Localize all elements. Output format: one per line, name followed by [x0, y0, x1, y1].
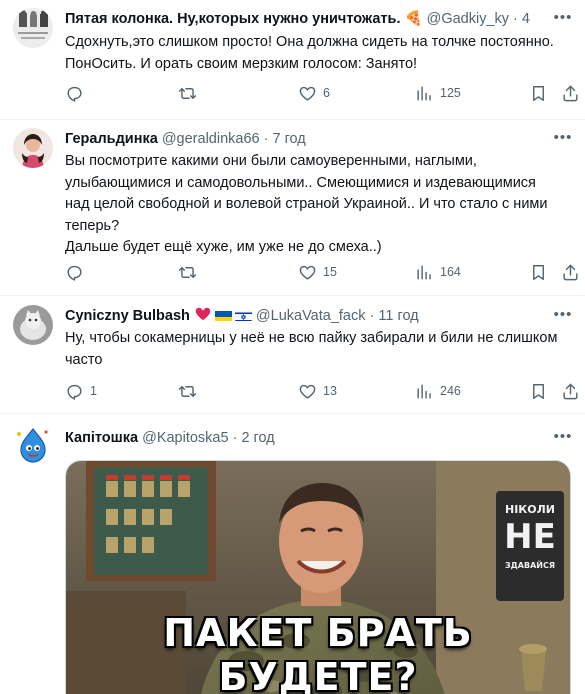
tweet-actions: 15 164 [58, 261, 583, 283]
reply-icon [67, 384, 82, 400]
views-icon [417, 85, 431, 101]
more-icon[interactable]: ••• [553, 130, 573, 151]
display-name[interactable]: Капітошка [65, 430, 138, 446]
tweet-header: Геральдинка @geraldinka66 · 7 год [65, 129, 535, 149]
more-icon[interactable]: ••• [553, 429, 573, 450]
tweet-header: Капітошка @Kapitoska5 · 2 год [65, 428, 535, 448]
separator-dot: · [365, 308, 379, 324]
tweet-text: Сдохнуть,это слишком просто! Она должна … [65, 34, 554, 72]
views-button[interactable]: 246 [415, 380, 461, 402]
bookmark-icon [533, 264, 544, 280]
retweet-button[interactable] [178, 261, 203, 283]
views-button[interactable]: 164 [415, 261, 461, 283]
reply-button[interactable] [65, 261, 90, 283]
user-handle[interactable]: @LukaVata_fack [256, 308, 366, 324]
views-icon [417, 383, 431, 399]
bookmark-button[interactable] [529, 261, 548, 283]
like-count: 6 [323, 86, 330, 100]
share-button[interactable] [561, 261, 580, 283]
view-count: 246 [440, 384, 461, 398]
emoji-icon: 🍕 [400, 11, 423, 27]
separator-dot: · [509, 11, 522, 27]
heart-icon [299, 384, 316, 399]
reply-icon [67, 86, 82, 102]
share-icon [563, 264, 578, 280]
timestamp[interactable]: 2 год [241, 430, 274, 446]
more-icon[interactable]: ••• [553, 10, 573, 31]
reply-count: 1 [90, 384, 97, 398]
tweet-text: Вы посмотрите какими они были самоуверен… [65, 153, 548, 255]
tweet[interactable]: Cyniczny Bulbash @LukaVata_fack · 11 год… [0, 296, 585, 414]
heart-emoji-icon [194, 306, 212, 322]
avatar[interactable] [13, 424, 53, 464]
reply-button[interactable] [65, 82, 90, 104]
tweet-actions: 6 125 [58, 82, 583, 104]
share-icon [563, 85, 578, 101]
sign-line-2: НЕ [504, 517, 556, 557]
bookmark-icon [533, 383, 544, 399]
like-count: 13 [323, 384, 337, 398]
separator-dot: · [228, 430, 242, 446]
heart-icon [299, 86, 316, 101]
like-button[interactable]: 13 [298, 380, 337, 402]
tweet[interactable]: Геральдинка @geraldinka66 · 7 год ••• Вы… [0, 120, 585, 296]
avatar[interactable] [13, 8, 53, 48]
tweet[interactable]: Пятая колонка. Ну,которых нужно уничтожа… [0, 0, 585, 120]
display-name[interactable]: Геральдинка [65, 131, 158, 147]
bookmark-button[interactable] [529, 82, 548, 104]
ukraine-flag-icon [214, 309, 232, 321]
sign-line-1: НІКОЛИ [505, 503, 555, 516]
israel-flag-icon [234, 309, 252, 321]
share-button[interactable] [561, 82, 580, 104]
display-name[interactable]: Cyniczny Bulbash [65, 308, 190, 324]
sign-line-3: ЗДАВАЙСЯ [504, 561, 555, 570]
retweet-icon [178, 87, 197, 99]
retweet-button[interactable] [178, 380, 203, 402]
bookmark-icon [533, 85, 544, 101]
retweet-icon [178, 385, 197, 397]
timestamp[interactable]: 11 год [378, 308, 418, 324]
share-icon [563, 383, 578, 399]
views-button[interactable]: 125 [415, 82, 461, 104]
retweet-button[interactable] [178, 82, 203, 104]
reply-button[interactable]: 1 [65, 380, 97, 402]
tweet-text: Ну, чтобы сокамерницы у неё не всю пайку… [65, 330, 558, 368]
user-handle[interactable]: @Kapitoska5 [142, 430, 228, 446]
timestamp[interactable]: 7 год [272, 131, 305, 147]
display-name[interactable]: Пятая колонка. Ну,которых нужно уничтожа… [65, 11, 400, 27]
meme-caption: ПАКЕТ БРАТЬ БУДЕТЕ? [163, 611, 473, 694]
retweet-icon [178, 266, 197, 278]
like-count: 15 [323, 265, 337, 279]
bookmark-button[interactable] [529, 380, 548, 402]
timestamp[interactable]: 4 год [522, 11, 535, 27]
more-icon[interactable]: ••• [553, 307, 573, 328]
user-handle[interactable]: @Gadkiy_ky [427, 11, 509, 27]
share-button[interactable] [561, 380, 580, 402]
like-button[interactable]: 6 [298, 82, 330, 104]
separator-dot: · [259, 131, 273, 147]
view-count: 164 [440, 265, 461, 279]
tweet-header: Cyniczny Bulbash @LukaVata_fack · 11 год [65, 306, 535, 326]
view-count: 125 [440, 86, 461, 100]
heart-icon [299, 265, 316, 280]
tweet-actions: 1 13 246 [58, 380, 583, 402]
avatar[interactable] [13, 305, 53, 345]
user-handle[interactable]: @geraldinka66 [162, 131, 260, 147]
avatar[interactable] [13, 128, 53, 168]
views-icon [417, 264, 431, 280]
reply-icon [67, 265, 82, 281]
like-button[interactable]: 15 [298, 261, 337, 283]
tweet-media-image[interactable]: НІКОЛИ НЕ ЗДАВАЙСЯ ПАКЕТ БРАТЬ БУДЕТЕ? [65, 460, 571, 694]
tweet-header: Пятая колонка. Ну,которых нужно уничтожа… [65, 9, 535, 29]
